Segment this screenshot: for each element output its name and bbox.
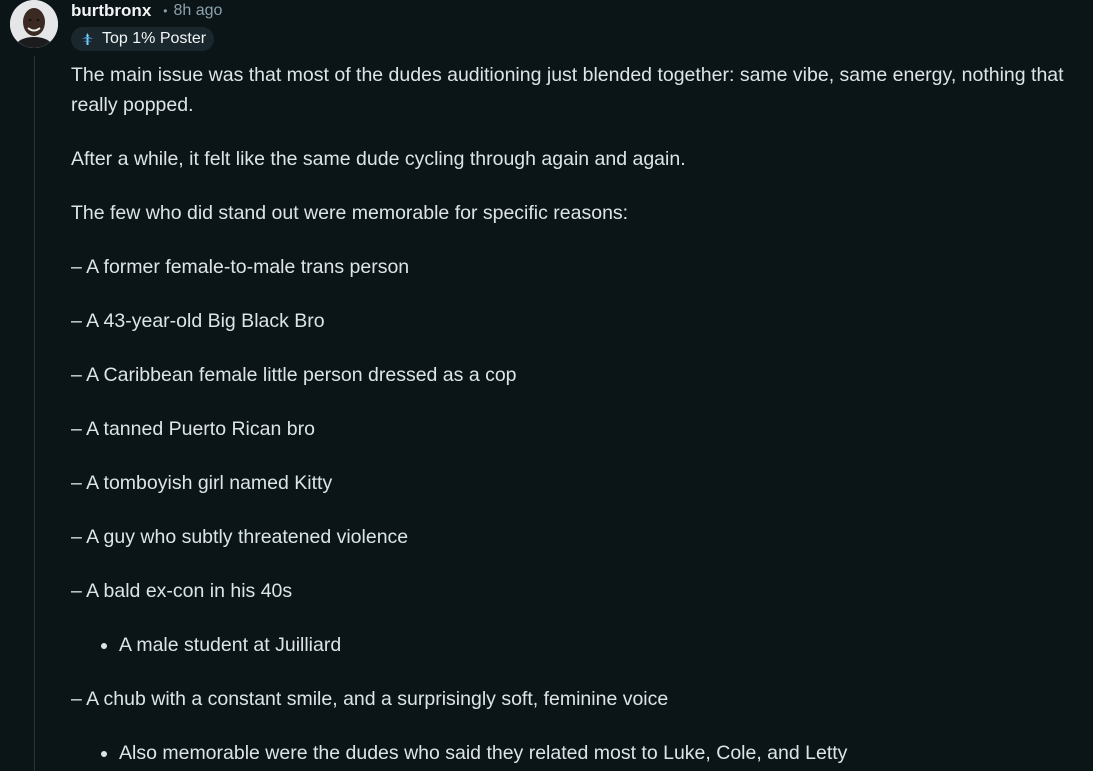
- paragraph: – A tanned Puerto Rican bro: [71, 418, 315, 440]
- username[interactable]: burtbronx: [71, 1, 151, 21]
- bullet-list: A male student at Juilliard: [71, 630, 1081, 660]
- paragraph: After a while, it felt like the same dud…: [71, 148, 686, 170]
- paragraph: – A guy who subtly threatened violence: [71, 526, 409, 548]
- paragraph: The main issue was that most of the dude…: [71, 64, 1064, 116]
- paragraph: – A tomboyish girl named Kitty: [71, 472, 333, 494]
- flair-label: Top 1% Poster: [102, 30, 207, 47]
- thread-line[interactable]: [34, 56, 35, 771]
- paragraph: – A 43-year-old Big Black Bro: [71, 310, 325, 332]
- comment-header: burtbronx • 8h ago: [71, 0, 222, 22]
- avatar-photo: [10, 0, 58, 48]
- paragraph: – A chub with a constant smile, and a su…: [71, 688, 669, 710]
- separator-dot: •: [163, 4, 168, 18]
- list-item: Also memorable were the dudes who said t…: [119, 738, 1081, 768]
- paragraph: The few who did stand out were memorable…: [71, 202, 629, 224]
- paragraph: – A Caribbean female little person dress…: [71, 364, 517, 386]
- bullet-list: Also memorable were the dudes who said t…: [71, 738, 1081, 768]
- paragraph: – A bald ex-con in his 40s: [71, 580, 293, 602]
- user-flair-badge[interactable]: Top 1% Poster: [71, 27, 215, 51]
- comment-body: The main issue was that most of the dude…: [71, 60, 1081, 771]
- avatar[interactable]: [10, 0, 58, 48]
- paragraph: – A former female-to-male trans person: [71, 256, 410, 278]
- flair-icon: [80, 32, 95, 47]
- timestamp[interactable]: 8h ago: [173, 1, 222, 21]
- list-item: A male student at Juilliard: [119, 630, 1081, 660]
